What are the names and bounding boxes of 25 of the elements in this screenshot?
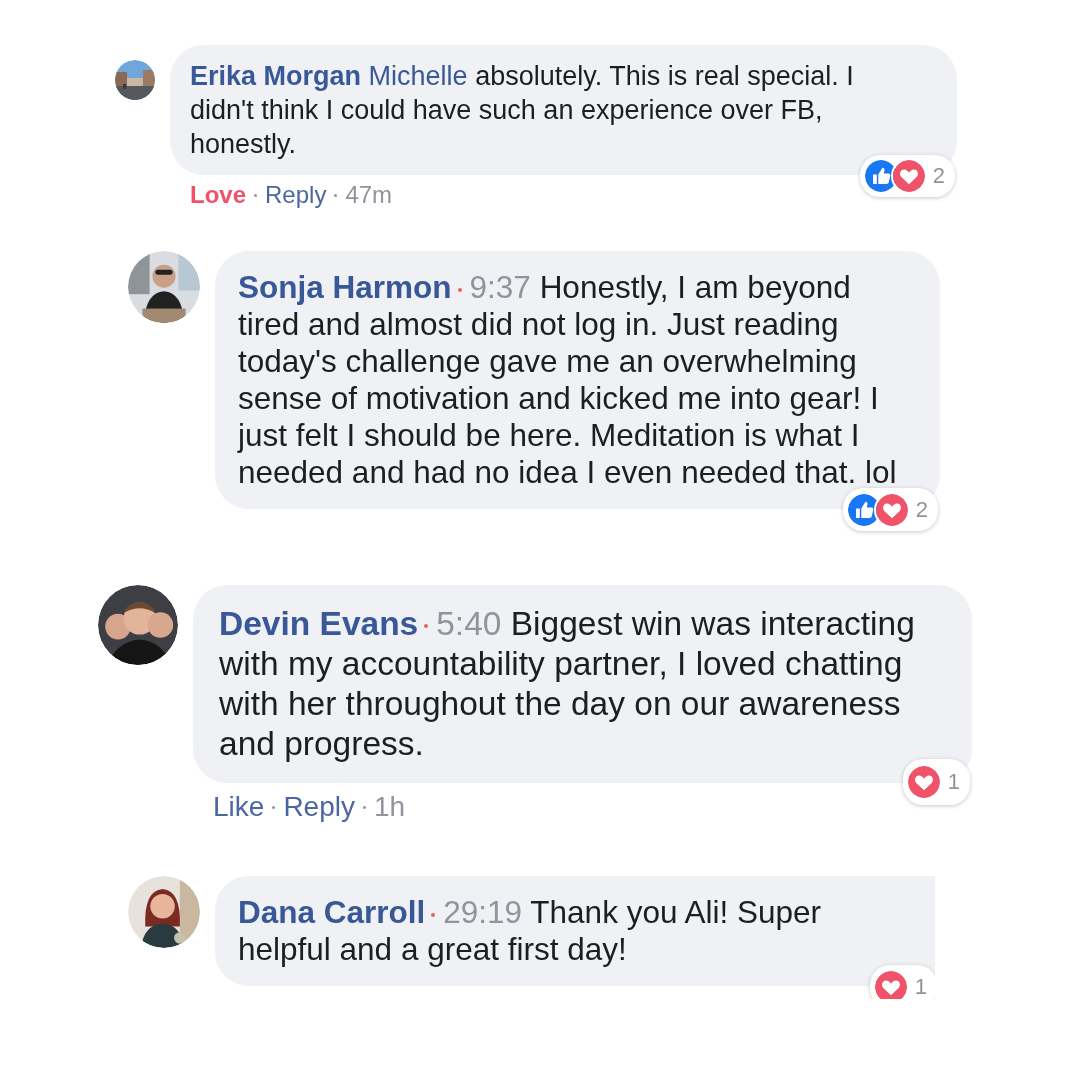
reaction-link[interactable]: Like — [213, 791, 265, 823]
author-link[interactable]: Devin Evans — [219, 605, 419, 642]
author-link[interactable]: Sonja Harmon — [238, 269, 452, 305]
author-link[interactable]: Dana Carroll — [238, 894, 426, 930]
reaction-badge[interactable]: 1 — [902, 759, 970, 805]
heart-icon — [872, 968, 909, 999]
comment-text: Sonja Harmon 9:37 Honestly, I am beyond tired and almost did not log in. Just reading today's challenge gave me an overwhelming sense of motivation and kicked me into gear! I just felt I should be here. Meditation is what I needed and had no idea I even needed that. lol — [238, 269, 898, 491]
reply-link[interactable]: Reply — [265, 181, 327, 209]
comment-text: Dana Carroll 29:19 Thank you Ali! Super helpful and a great first day! — [238, 894, 822, 968]
heart-icon — [890, 158, 927, 194]
reaction-badge[interactable]: 2 — [842, 488, 938, 531]
timestamp-link[interactable]: 5:40 — [436, 605, 502, 642]
timestamp-link[interactable]: 9:37 — [469, 269, 531, 305]
timestamp-link[interactable]: 29:19 — [443, 894, 523, 930]
reaction-link[interactable]: Love — [190, 181, 246, 209]
reply-link[interactable]: Reply — [283, 791, 355, 823]
heart-icon — [905, 764, 942, 800]
reaction-badge[interactable]: 2 — [859, 155, 955, 197]
heart-icon — [873, 491, 910, 528]
comment-age[interactable]: 47m — [345, 181, 393, 209]
reaction-badge[interactable]: 1 — [869, 965, 935, 999]
comment-text: Erika Morgan Michelle absolutely. This is real special. I didn't think I could have such an experience over FB, honestly. — [190, 60, 855, 161]
mention-link[interactable]: Michelle — [368, 61, 468, 91]
comment-age[interactable]: 1h — [373, 791, 406, 823]
author-link[interactable]: Erika Morgan — [190, 61, 362, 91]
